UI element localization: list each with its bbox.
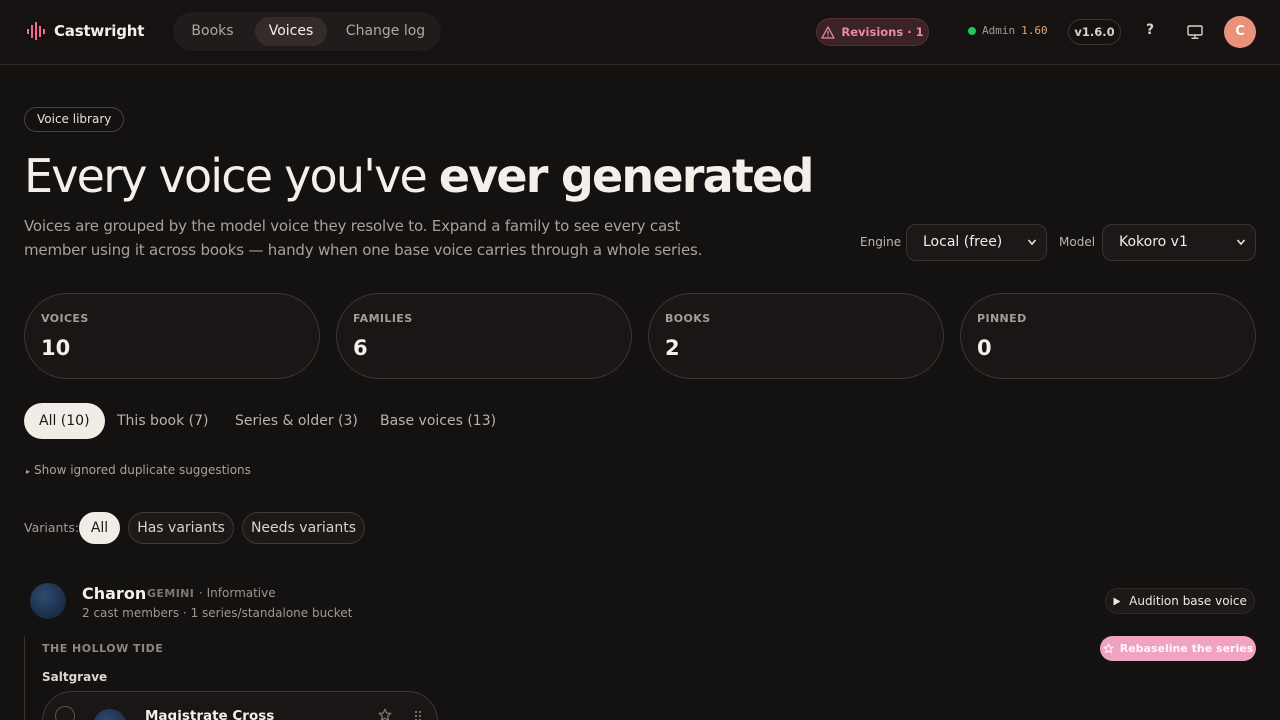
page-title: Every voice you've ever generated — [24, 146, 815, 206]
variants-label: Variants: — [24, 520, 80, 535]
rebaseline-label: Rebaseline the series — [1119, 642, 1254, 655]
rebaseline-series-button[interactable]: Rebaseline the series — [1100, 636, 1256, 661]
stat-value: 2 — [665, 336, 680, 360]
main-nav: Books Voices Change log — [173, 12, 441, 51]
status-dot-icon — [968, 26, 976, 35]
engine-select[interactable]: Local (free) — [906, 224, 1047, 261]
admin-status: Admin 1.60 — [968, 24, 1048, 37]
stat-label: VOICES — [41, 312, 89, 325]
cast-member-name: Magistrate Cross — [145, 708, 275, 720]
ignored-duplicates-toggle[interactable]: ▸ Show ignored duplicate suggestions — [26, 463, 251, 477]
caret-right-icon: ▸ — [26, 467, 31, 476]
admin-value: 1.60 — [1021, 24, 1048, 37]
voice-style: · Informative — [199, 586, 276, 600]
stat-label: PINNED — [977, 312, 1027, 325]
admin-label: Admin — [982, 24, 1016, 37]
cast-avatar — [93, 709, 127, 720]
voice-avatar — [30, 583, 66, 619]
brand[interactable]: Castwright — [26, 21, 144, 41]
select-radio[interactable] — [55, 706, 75, 720]
book-name: Saltgrave — [42, 670, 108, 684]
nav-voices[interactable]: Voices — [255, 17, 327, 46]
stat-value: 0 — [977, 336, 992, 360]
filter-tab-series-older[interactable]: Series & older (3) — [235, 403, 358, 439]
title-bold: ever generated — [438, 149, 815, 203]
star-icon — [1103, 643, 1114, 654]
voice-engine-badge: GEMINI — [147, 587, 195, 600]
voice-library-chip: Voice library — [24, 107, 125, 132]
waveform-icon — [27, 22, 45, 40]
engine-label: Engine — [860, 235, 902, 249]
stat-card-pinned: PINNED 0 — [960, 293, 1256, 379]
model-label: Model — [1059, 235, 1096, 249]
filter-tab-this-book[interactable]: This book (7) — [117, 403, 208, 439]
play-icon — [1113, 597, 1121, 605]
cast-member-card[interactable]: Magistrate Cross — [42, 691, 438, 720]
ignored-duplicates-label: Show ignored duplicate suggestions — [34, 463, 251, 477]
stat-card-families: FAMILIES 6 — [336, 293, 632, 379]
monitor-icon[interactable] — [1186, 23, 1204, 41]
stat-card-books: BOOKS 2 — [648, 293, 944, 379]
variant-filter-has-variants[interactable]: Has variants — [128, 512, 234, 544]
series-title: THE HOLLOW TIDE — [42, 642, 164, 655]
page-description: Voices are grouped by the model voice th… — [24, 217, 703, 259]
model-value: Kokoro v1 — [1119, 234, 1188, 250]
family-divider — [24, 636, 25, 720]
voice-family-name[interactable]: Charon — [82, 584, 146, 603]
variant-filter-needs-variants[interactable]: Needs variants — [242, 512, 365, 544]
stat-value: 10 — [41, 336, 71, 360]
stat-card-voices: VOICES 10 — [24, 293, 320, 379]
version-badge[interactable]: v1.6.0 — [1068, 19, 1121, 45]
warning-icon — [821, 25, 836, 39]
nav-change-log[interactable]: Change log — [338, 17, 433, 46]
grip-icon[interactable] — [413, 709, 423, 720]
stat-label: FAMILIES — [353, 312, 413, 325]
revisions-button[interactable]: Revisions · 1 — [816, 18, 929, 46]
audition-base-voice-button[interactable]: Audition base voice — [1105, 588, 1255, 614]
chevron-down-icon — [1236, 239, 1246, 246]
revisions-label: Revisions · 1 — [841, 25, 924, 39]
stat-value: 6 — [353, 336, 368, 360]
star-icon[interactable] — [378, 708, 392, 720]
filter-tab-base-voices[interactable]: Base voices (13) — [380, 403, 496, 439]
variant-filter-all[interactable]: All — [79, 512, 120, 544]
filter-tab-all[interactable]: All (10) — [24, 403, 105, 439]
user-avatar[interactable]: C — [1224, 16, 1256, 48]
stat-label: BOOKS — [665, 312, 711, 325]
nav-books[interactable]: Books — [180, 17, 245, 46]
app-name: Castwright — [54, 22, 145, 40]
chevron-down-icon — [1027, 239, 1037, 246]
engine-value: Local (free) — [923, 234, 1003, 250]
title-light: Every voice you've — [24, 149, 439, 203]
voice-family-meta: 2 cast members · 1 series/standalone buc… — [82, 606, 353, 620]
audition-label: Audition base voice — [1129, 594, 1247, 608]
top-bar: Castwright Books Voices Change log Revis… — [0, 0, 1280, 65]
help-icon[interactable]: ? — [1141, 22, 1159, 42]
model-select[interactable]: Kokoro v1 — [1102, 224, 1256, 261]
